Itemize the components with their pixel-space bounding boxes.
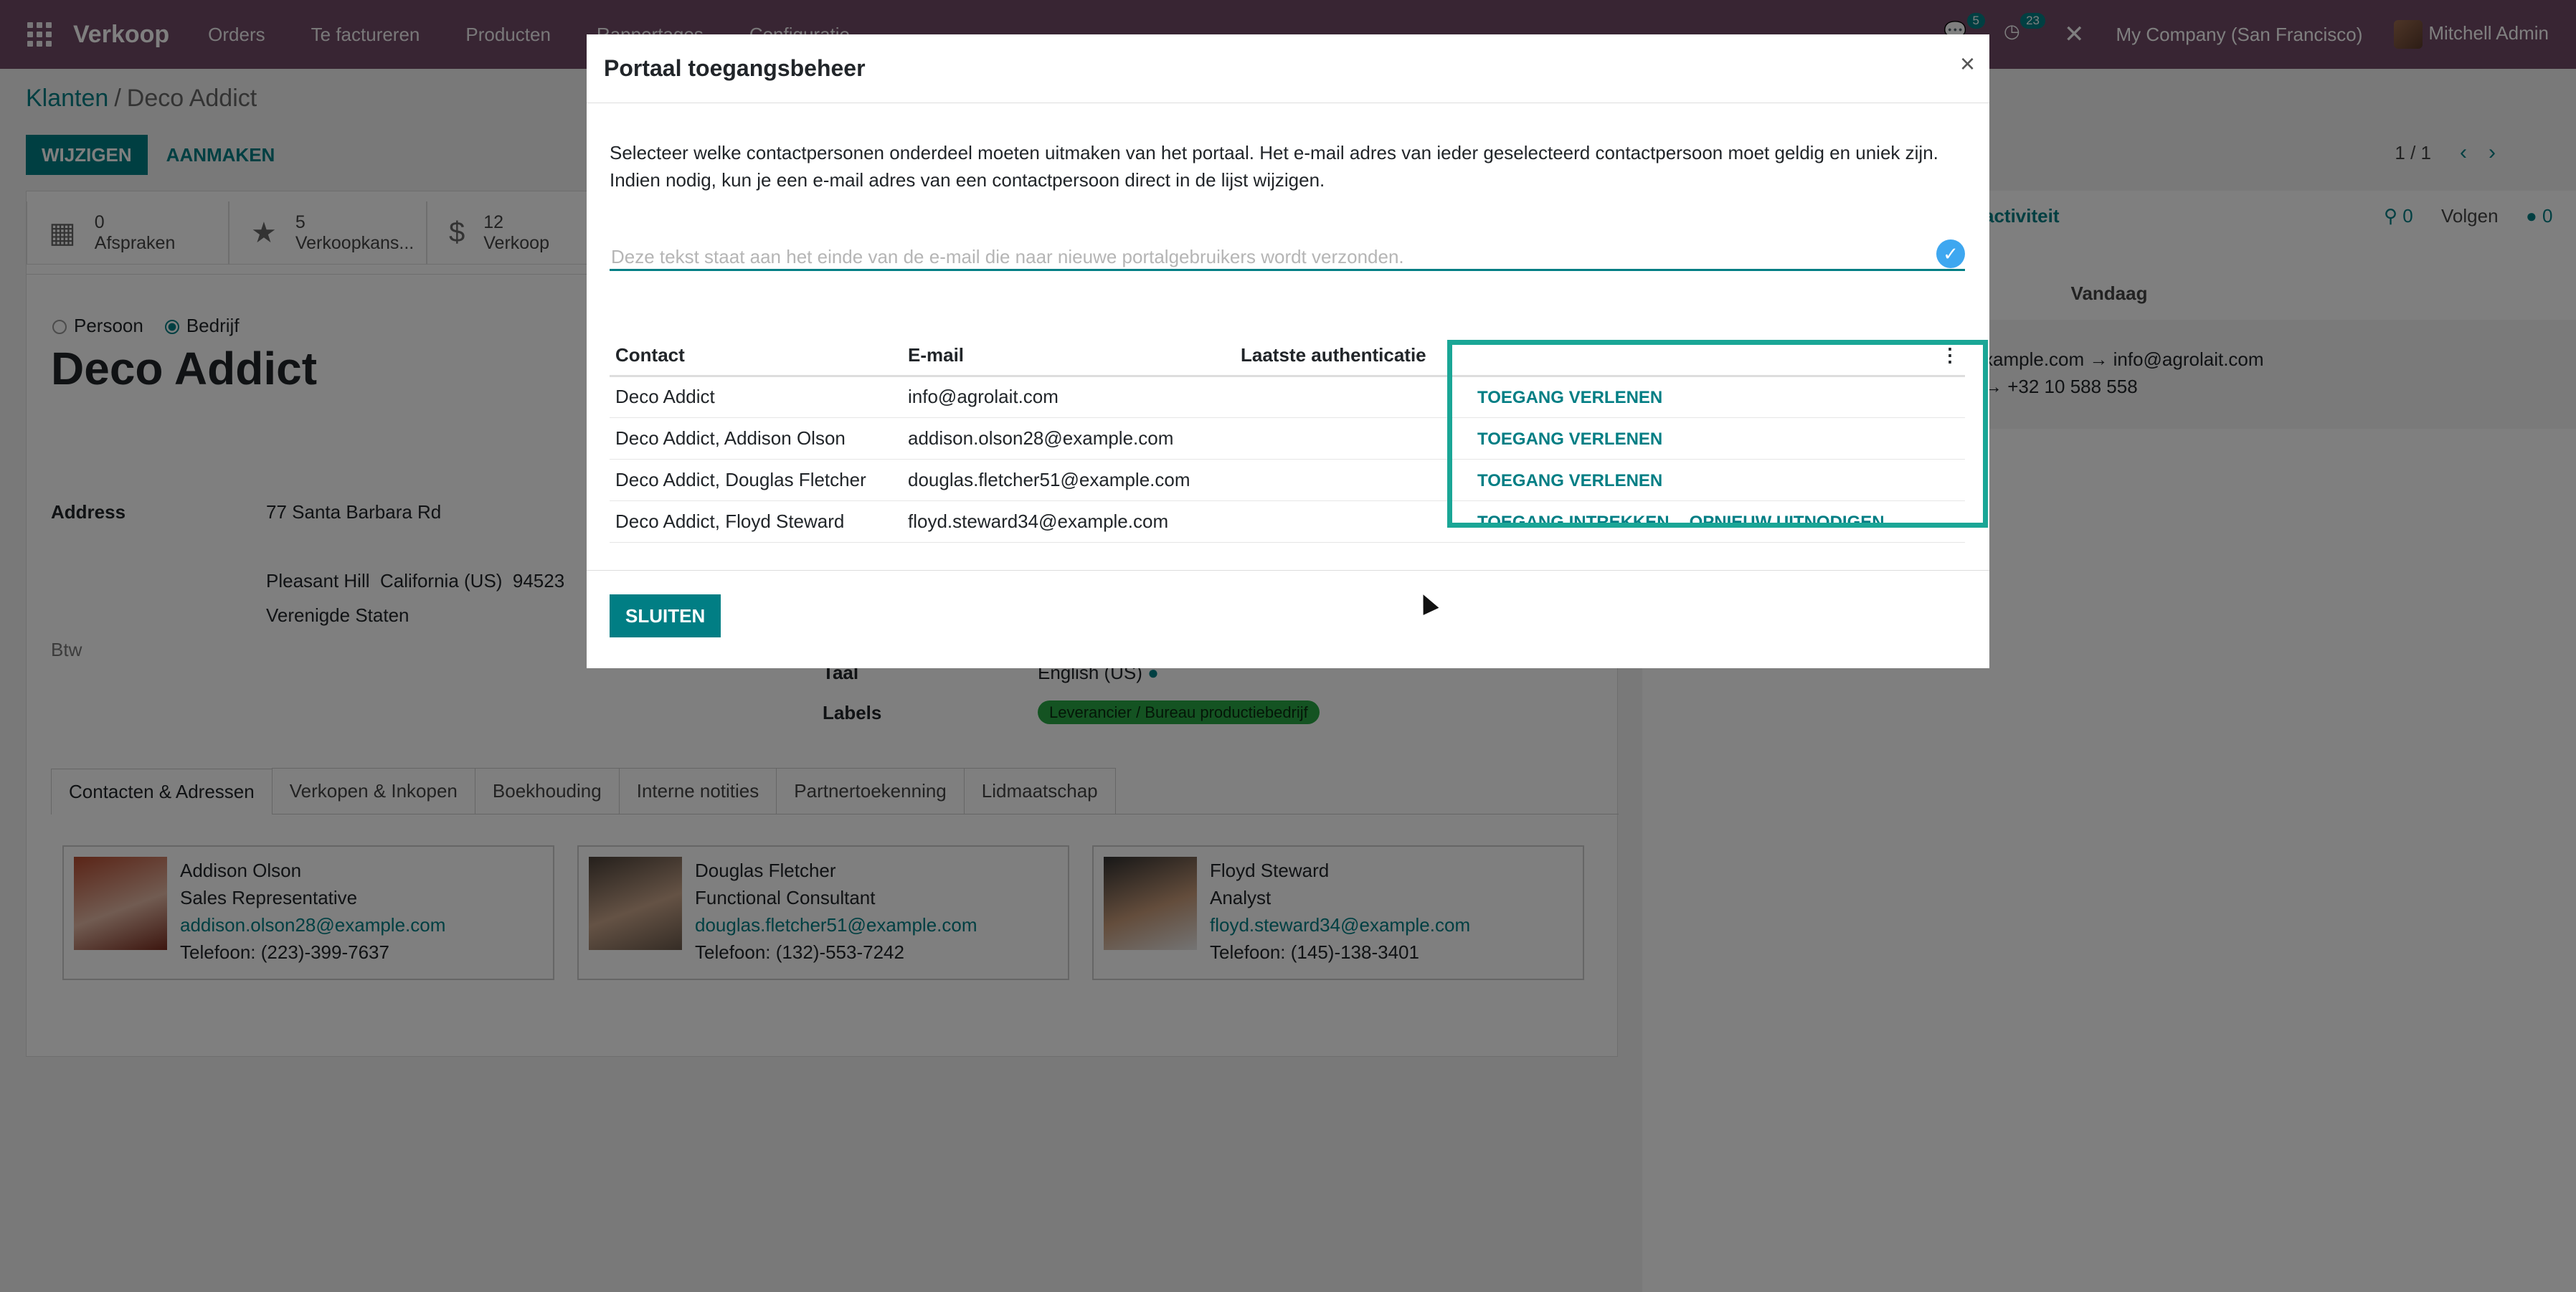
row-last-auth <box>1235 376 1443 418</box>
welcome-message-input[interactable] <box>610 245 1900 269</box>
row-last-auth <box>1235 459 1443 501</box>
row-contact: Deco Addict, Addison Olson <box>610 417 902 460</box>
row-email[interactable]: addison.olson28@example.com <box>902 417 1235 460</box>
intro-line-1: Selecteer welke contactpersonen onderdee… <box>610 142 1938 163</box>
column-contact[interactable]: Contact <box>610 336 902 377</box>
actions-highlight-box <box>1447 340 1988 528</box>
portal-access-dialog: Portaal toegangsbeheer × Selecteer welke… <box>587 34 1989 668</box>
dialog-intro: Selecteer welke contactpersonen onderdee… <box>610 139 1965 194</box>
close-button[interactable]: SLUITEN <box>610 594 721 637</box>
row-email[interactable]: info@agrolait.com <box>902 376 1235 418</box>
intro-line-2: Indien nodig, kun je een e-mail adres va… <box>610 169 1325 191</box>
column-last-auth[interactable]: Laatste authenticatie <box>1235 336 1443 377</box>
row-contact: Deco Addict, Floyd Steward <box>610 500 902 543</box>
row-contact: Deco Addict <box>610 376 902 418</box>
dialog-footer: SLUITEN <box>587 570 1989 668</box>
row-email[interactable]: floyd.steward34@example.com <box>902 500 1235 543</box>
row-email[interactable]: douglas.fletcher51@example.com <box>902 459 1235 501</box>
column-email[interactable]: E-mail <box>902 336 1235 377</box>
close-icon[interactable]: × <box>1960 49 1975 79</box>
dialog-title: Portaal toegangsbeheer <box>604 55 866 81</box>
check-icon: ✓ <box>1936 239 1965 268</box>
row-contact: Deco Addict, Douglas Fletcher <box>610 459 902 501</box>
welcome-message-field: ✓ <box>610 211 1965 271</box>
row-last-auth <box>1235 417 1443 460</box>
row-last-auth <box>1235 500 1443 543</box>
